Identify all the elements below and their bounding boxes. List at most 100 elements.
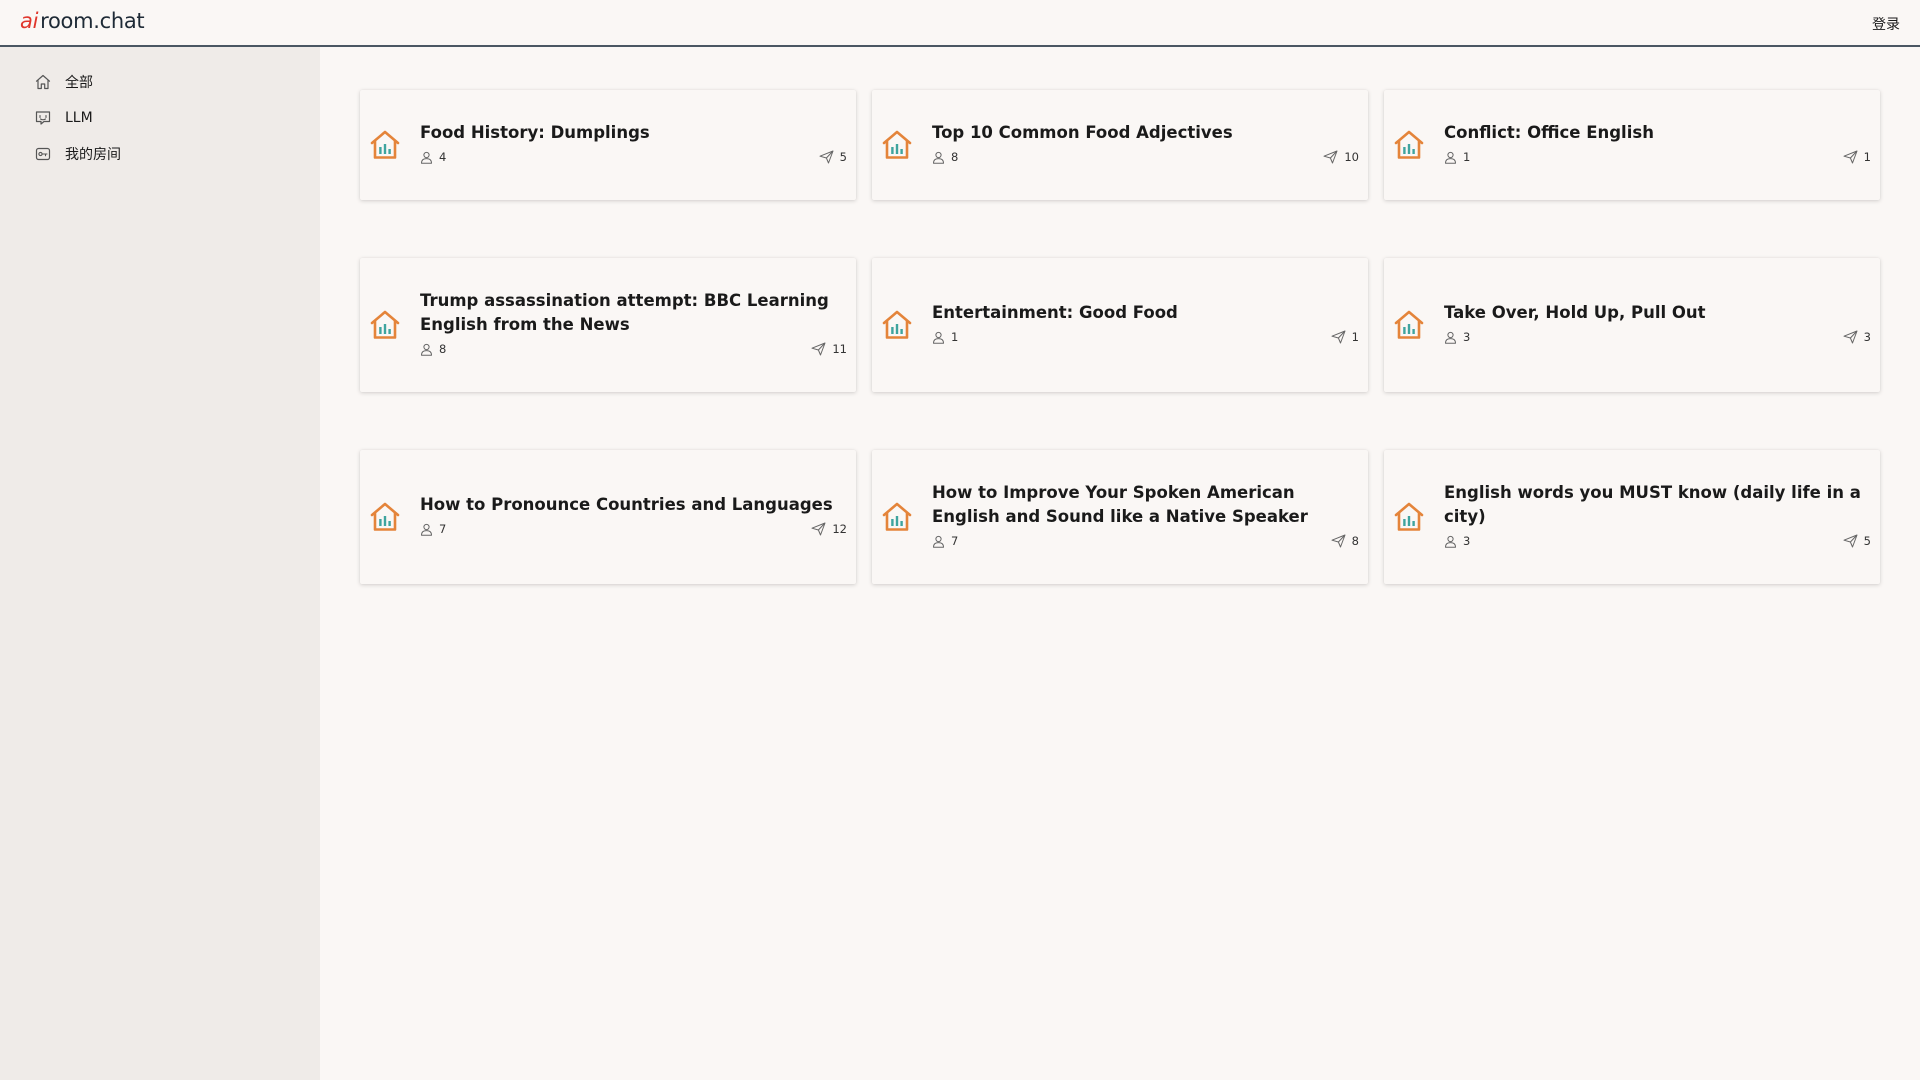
user-icon <box>933 535 944 548</box>
chat-icon <box>35 111 51 125</box>
send-icon <box>1323 150 1338 164</box>
room-stats: 7 12 <box>420 521 847 537</box>
room-members: 8 <box>420 342 446 356</box>
sidebar-item-label: LLM <box>65 110 93 126</box>
room-house-chart-icon <box>1394 502 1424 531</box>
sidebar-item-llm[interactable]: LLM <box>34 107 93 129</box>
messages-count: 3 <box>1863 330 1871 344</box>
messages-count: 12 <box>832 522 847 536</box>
send-icon <box>1843 330 1858 344</box>
members-count: 1 <box>951 330 959 344</box>
user-icon <box>421 151 432 164</box>
room-title: English words you MUST know (daily life … <box>1444 483 1861 526</box>
room-title: How to Improve Your Spoken American Engl… <box>932 483 1308 526</box>
room-house-chart-icon <box>370 130 400 159</box>
user-icon <box>1445 331 1456 344</box>
room-messages: 8 <box>1331 534 1359 548</box>
room-card[interactable]: Conflict: Office English 1 1 <box>1384 90 1880 200</box>
room-title: Top 10 Common Food Adjectives <box>932 123 1233 142</box>
room-house-chart-icon <box>882 502 912 531</box>
logo-name-text: room.chat <box>40 9 145 33</box>
room-card[interactable]: How to Improve Your Spoken American Engl… <box>872 450 1368 584</box>
room-members: 4 <box>420 150 446 164</box>
messages-count: 5 <box>1863 534 1871 548</box>
room-members: 1 <box>932 330 958 344</box>
user-icon <box>421 343 432 356</box>
room-stats: 7 8 <box>932 533 1359 549</box>
room-stats: 1 1 <box>1444 149 1871 165</box>
room-card[interactable]: How to Pronounce Countries and Languages… <box>360 450 856 584</box>
room-stats: 8 11 <box>420 341 847 357</box>
room-title: Trump assassination attempt: BBC Learnin… <box>420 291 829 334</box>
room-title: Entertainment: Good Food <box>932 303 1178 322</box>
site-logo[interactable]: ai room.chat <box>20 9 145 33</box>
room-house-chart-icon <box>370 310 400 339</box>
login-button[interactable]: 登录 <box>1872 14 1900 34</box>
room-stats: 4 5 <box>420 149 847 165</box>
members-count: 8 <box>951 150 959 164</box>
sidebar-item-my-rooms[interactable]: 我的房间 <box>34 143 121 165</box>
members-count: 7 <box>439 522 447 536</box>
room-messages: 1 <box>1843 150 1871 164</box>
members-count: 3 <box>1463 330 1471 344</box>
user-icon <box>1445 535 1456 548</box>
room-house-chart-icon <box>1394 310 1424 339</box>
room-house-chart-icon <box>370 502 400 531</box>
room-card[interactable]: Entertainment: Good Food 1 1 <box>872 258 1368 392</box>
members-count: 8 <box>439 342 447 356</box>
room-members: 1 <box>1444 150 1470 164</box>
send-icon <box>819 150 834 164</box>
members-count: 4 <box>439 150 447 164</box>
room-messages: 3 <box>1843 330 1871 344</box>
room-members: 7 <box>932 534 958 548</box>
room-messages: 5 <box>1843 534 1871 548</box>
messages-count: 1 <box>1351 330 1359 344</box>
room-messages: 1 <box>1331 330 1359 344</box>
room-messages: 12 <box>811 522 847 536</box>
room-messages: 10 <box>1323 150 1359 164</box>
logo-ai-text: ai <box>20 9 39 33</box>
members-count: 1 <box>1463 150 1471 164</box>
members-count: 3 <box>1463 534 1471 548</box>
sidebar: 全部 LLM 我的房间 <box>0 47 320 1080</box>
room-card[interactable]: Food History: Dumplings 4 5 <box>360 90 856 200</box>
room-stats: 8 10 <box>932 149 1359 165</box>
messages-count: 8 <box>1351 534 1359 548</box>
send-icon <box>1331 534 1346 548</box>
messages-count: 1 <box>1863 150 1871 164</box>
room-title: Conflict: Office English <box>1444 123 1654 142</box>
home-icon <box>35 74 51 90</box>
room-messages: 11 <box>811 342 847 356</box>
room-messages: 5 <box>819 150 847 164</box>
room-stats: 3 5 <box>1444 533 1871 549</box>
room-card[interactable]: Trump assassination attempt: BBC Learnin… <box>360 258 856 392</box>
send-icon <box>811 522 826 536</box>
members-count: 7 <box>951 534 959 548</box>
room-card[interactable]: Take Over, Hold Up, Pull Out 3 3 <box>1384 258 1880 392</box>
room-members: 7 <box>420 522 446 536</box>
user-icon <box>421 523 432 536</box>
room-stats: 3 3 <box>1444 329 1871 345</box>
room-members: 3 <box>1444 534 1470 548</box>
send-icon <box>1843 150 1858 164</box>
send-icon <box>1331 330 1346 344</box>
room-house-chart-icon <box>1394 130 1424 159</box>
room-card[interactable]: Top 10 Common Food Adjectives 8 10 <box>872 90 1368 200</box>
top-bar: ai room.chat 登录 <box>0 0 1920 47</box>
room-title: Food History: Dumplings <box>420 123 650 142</box>
room-title: Take Over, Hold Up, Pull Out <box>1444 303 1706 322</box>
sidebar-item-label: 全部 <box>65 75 93 91</box>
user-icon <box>933 331 944 344</box>
key-icon <box>35 147 51 161</box>
send-icon <box>811 342 826 356</box>
room-card[interactable]: English words you MUST know (daily life … <box>1384 450 1880 584</box>
sidebar-item-label: 我的房间 <box>65 147 121 163</box>
room-house-chart-icon <box>882 130 912 159</box>
room-title: How to Pronounce Countries and Languages <box>420 495 833 514</box>
messages-count: 5 <box>839 150 847 164</box>
user-icon <box>1445 151 1456 164</box>
sidebar-item-all[interactable]: 全部 <box>34 71 93 93</box>
room-members: 3 <box>1444 330 1470 344</box>
messages-count: 10 <box>1344 150 1359 164</box>
room-members: 8 <box>932 150 958 164</box>
